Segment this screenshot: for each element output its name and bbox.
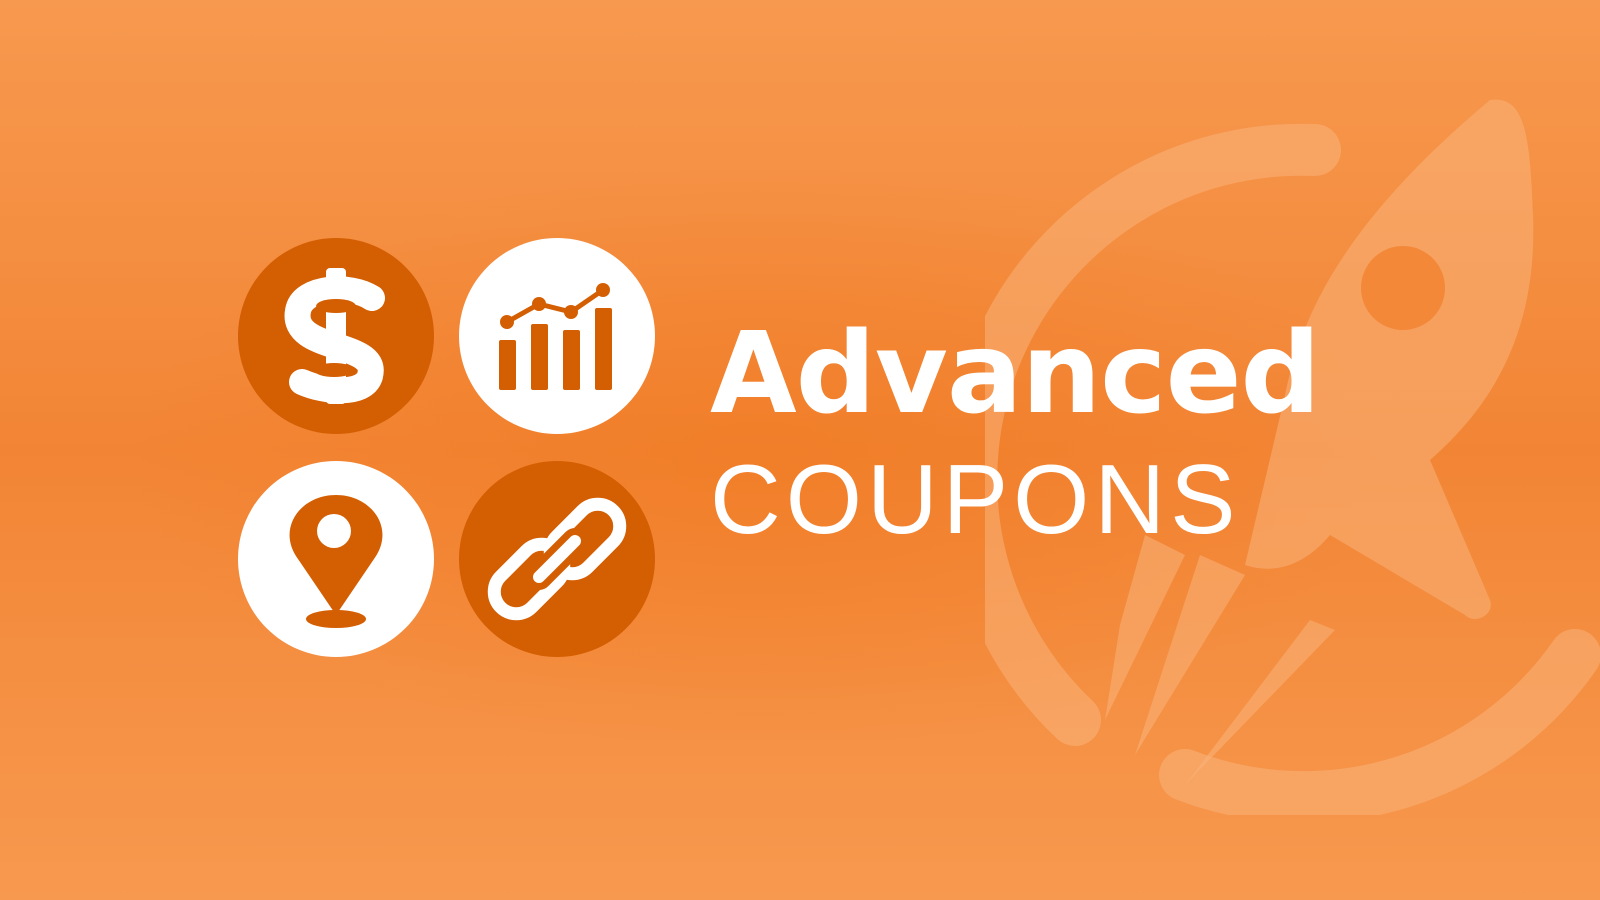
brand-wordmark: Advanced COUPONS [710, 318, 1390, 548]
chart-icon [457, 236, 657, 436]
brand-title: Advanced [710, 309, 1321, 439]
location-pin-icon [236, 459, 436, 659]
brand-subtitle: COUPONS [710, 444, 1241, 554]
banner: Advanced COUPONS [0, 0, 1600, 900]
link-icon [457, 459, 657, 659]
dollar-icon [236, 236, 436, 436]
feature-icon-grid [236, 236, 657, 659]
